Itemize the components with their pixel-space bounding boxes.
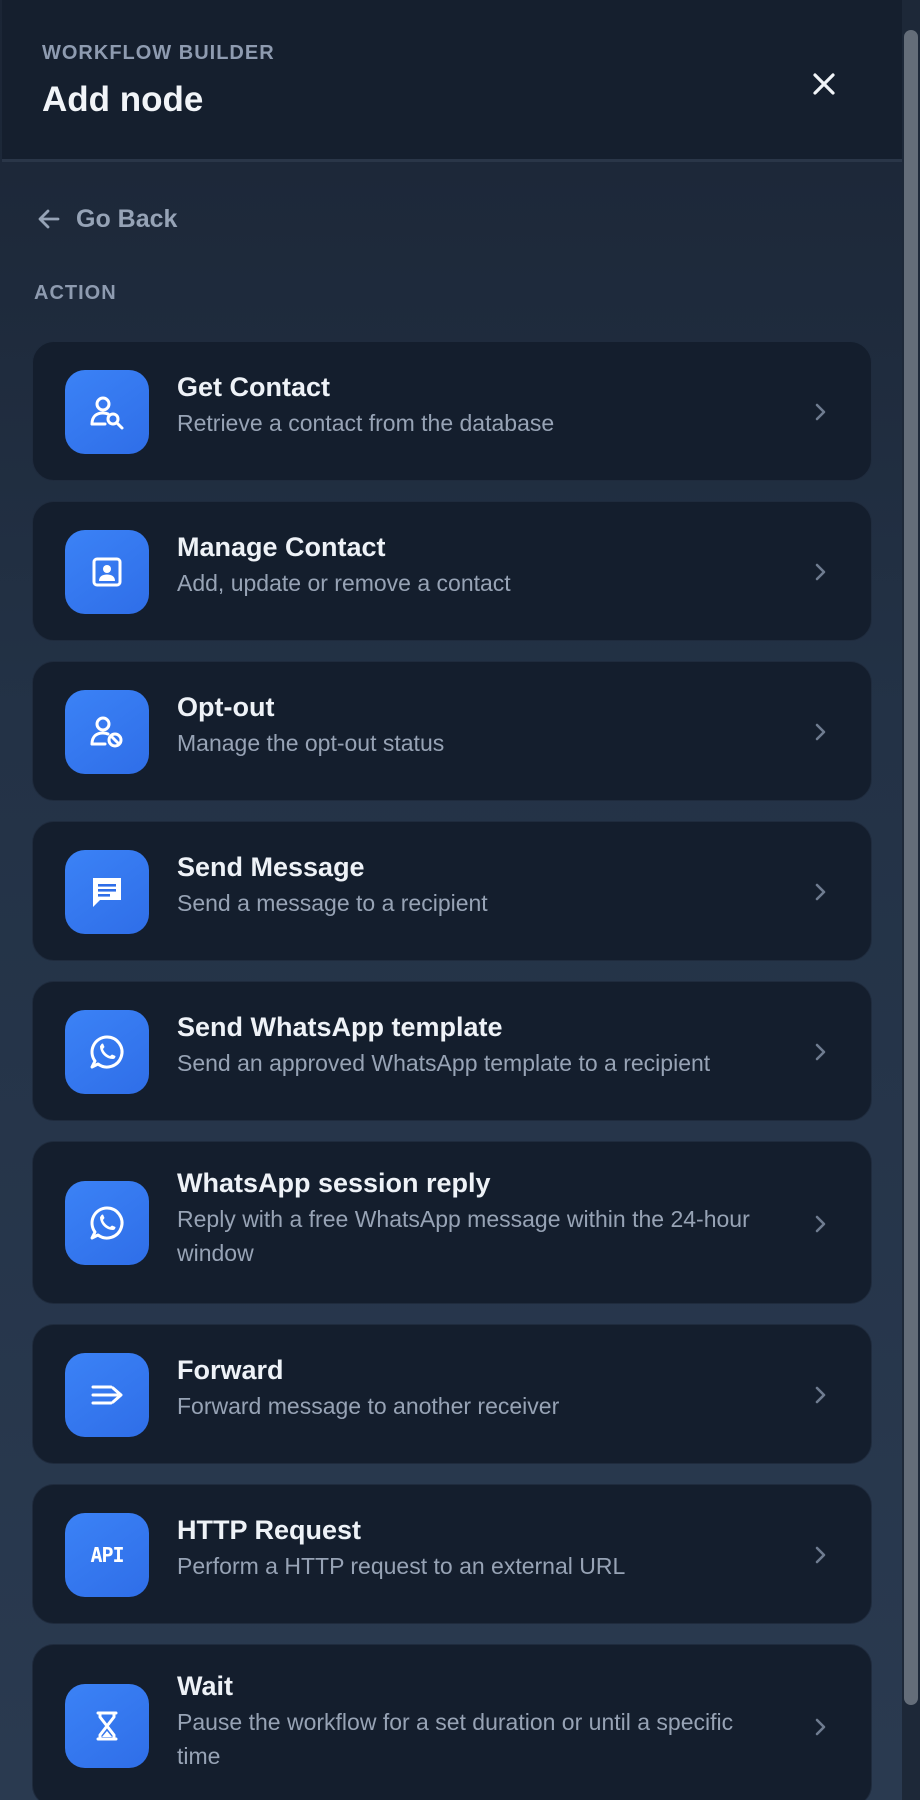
chevron-right-icon [809,1715,833,1739]
close-icon [813,73,835,95]
api-icon: API [65,1513,149,1597]
node-item-title: Wait [177,1671,233,1701]
whatsapp-icon [65,1010,149,1094]
node-item-description: Send an approved WhatsApp template to a … [177,1050,711,1076]
section-label-action: ACTION [34,282,117,304]
node-item-title: Get Contact [177,372,331,402]
scrollbar-thumb[interactable] [904,30,918,1705]
node-item-description: Forward message to another receiver [177,1393,560,1419]
node-item-wait[interactable]: Wait Pause the workflow for a set durati… [32,1644,872,1800]
node-item-title: Send Message [177,852,365,882]
node-item-send-whatsapp-template[interactable]: Send WhatsApp template Send an approved … [32,981,872,1121]
arrow-left-icon [38,209,60,229]
node-item-http-request[interactable]: API HTTP Request Perform a HTTP request … [32,1484,872,1624]
node-item-send-message[interactable]: Send Message Send a message to a recipie… [32,821,872,961]
contact-card-icon [65,530,149,614]
panel-header: WORKFLOW BUILDER Add node [2,0,902,162]
node-item-title: HTTP Request [177,1515,362,1545]
node-item-title: WhatsApp session reply [177,1168,491,1198]
message-icon [65,850,149,934]
chevron-right-icon [809,720,833,744]
hourglass-icon [65,1684,149,1768]
node-item-description: Add, update or remove a contact [177,570,511,596]
user-block-icon [65,690,149,774]
node-item-title: Opt-out [177,692,275,722]
node-item-title: Manage Contact [177,532,386,562]
go-back-button[interactable]: Go Back [36,202,177,236]
node-item-title: Forward [177,1355,284,1385]
node-item-description: Manage the opt-out status [177,730,445,756]
chevron-right-icon [809,560,833,584]
api-icon-label: API [90,1543,124,1567]
panel-title: Add node [42,80,204,119]
chevron-right-icon [809,1383,833,1407]
node-item-title: Send WhatsApp template [177,1012,503,1042]
close-button[interactable] [802,62,846,106]
chevron-right-icon [809,1212,833,1236]
node-item-opt-out[interactable]: Opt-out Manage the opt-out status [32,661,872,801]
chevron-right-icon [809,1040,833,1064]
panel-eyebrow: WORKFLOW BUILDER [42,42,275,64]
node-item-whatsapp-session-reply[interactable]: WhatsApp session reply Reply with a free… [32,1141,872,1304]
node-item-manage-contact[interactable]: Manage Contact Add, update or remove a c… [32,501,872,641]
node-item-description: Perform a HTTP request to an external UR… [177,1553,626,1579]
chevron-right-icon [809,880,833,904]
node-item-description: Pause the workflow for a set duration or… [177,1709,734,1769]
chevron-right-icon [809,1543,833,1567]
user-search-icon [65,370,149,454]
go-back-label: Go Back [76,204,178,233]
node-item-description: Send a message to a recipient [177,890,488,916]
node-item-description: Reply with a free WhatsApp message withi… [177,1206,750,1266]
chevron-right-icon [809,400,833,424]
node-item-forward[interactable]: Forward Forward message to another recei… [32,1324,872,1464]
node-item-description: Retrieve a contact from the database [177,410,555,436]
whatsapp-icon [65,1181,149,1265]
forward-icon [65,1353,149,1437]
node-item-get-contact[interactable]: Get Contact Retrieve a contact from the … [32,341,872,481]
